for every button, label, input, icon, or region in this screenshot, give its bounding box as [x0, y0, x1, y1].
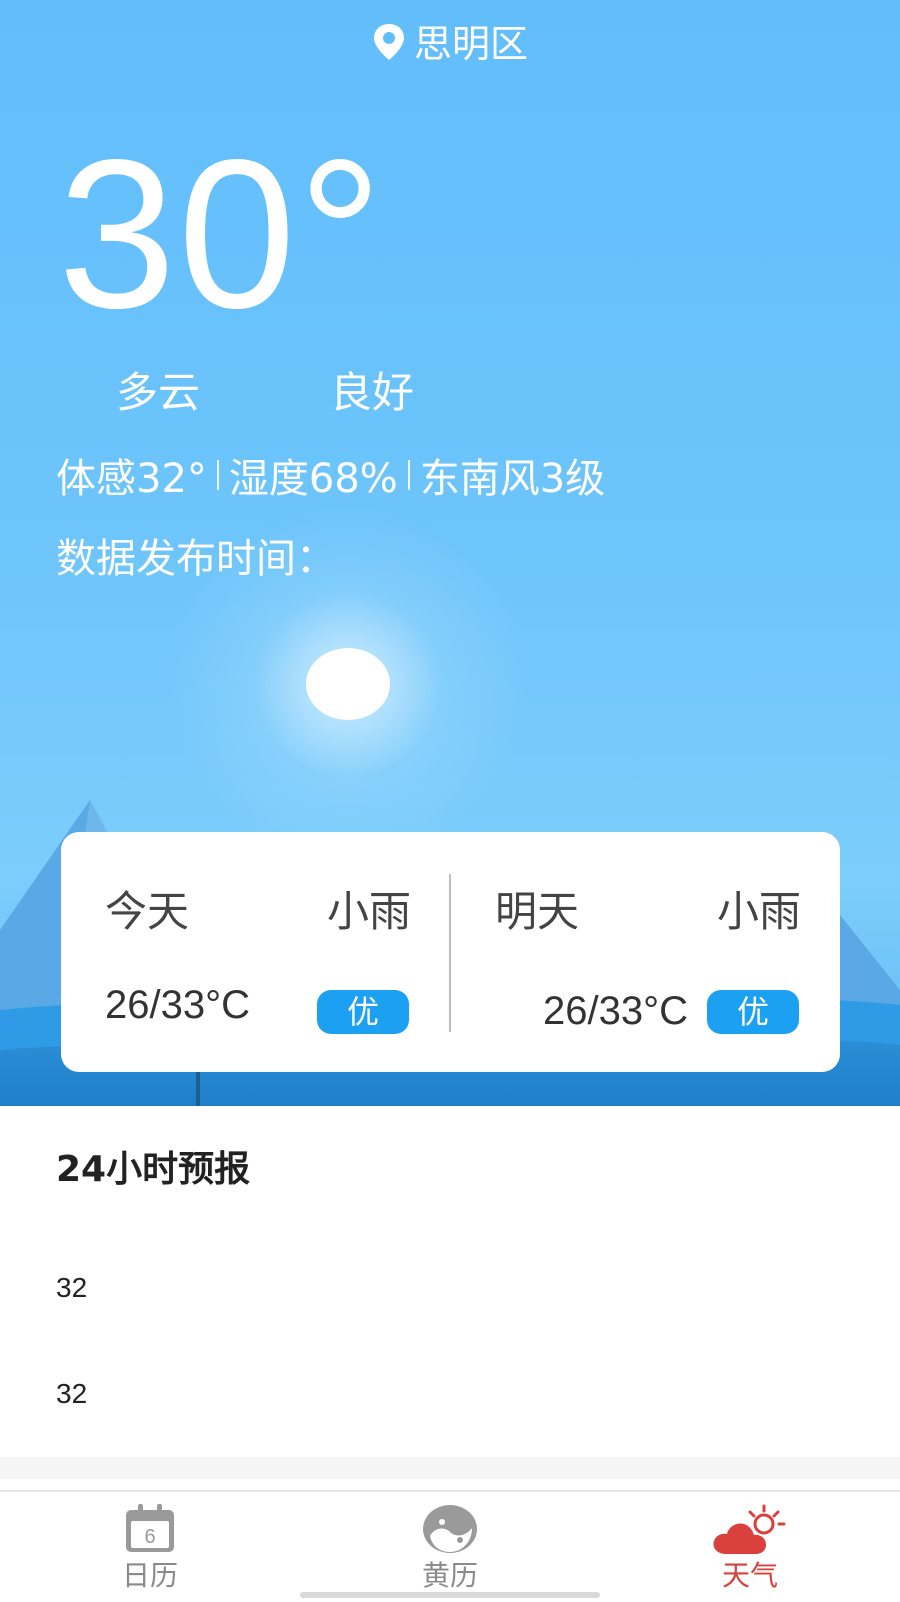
- bottom-tab-bar: 6 日历 黄历 天气: [0, 1490, 900, 1602]
- calendar-icon-day: 6: [144, 1526, 155, 1548]
- location-name: 思明区: [413, 22, 528, 66]
- day-weather: 小雨: [326, 887, 411, 936]
- forecast-card: 今天 小雨 26/33°C 优 明天 小雨 26/33°C 优: [61, 832, 840, 1072]
- day-weather: 小雨: [716, 887, 801, 936]
- hourly-forecast-title: 24小时预报: [56, 1149, 251, 1190]
- tab-label: 黄历: [421, 1559, 478, 1592]
- published-time-label: 数据发布时间：: [56, 536, 336, 582]
- hourly-value: 32: [56, 1272, 88, 1303]
- wind: 东南风3级: [419, 456, 606, 502]
- details-divider: [407, 460, 410, 490]
- aqi-badge: 优: [707, 990, 799, 1034]
- day-temperature-range: 26/33°C: [543, 989, 688, 1033]
- tab-label: 日历: [121, 1559, 178, 1592]
- location-header[interactable]: 思明区: [0, 18, 900, 70]
- day-label: 明天: [495, 887, 580, 936]
- location-pin-icon: [373, 24, 404, 60]
- current-weather: 多云: [116, 368, 201, 417]
- forecast-today[interactable]: 今天 小雨 26/33°C 优: [61, 832, 431, 1072]
- weather-cloud-sun-icon: [713, 1504, 786, 1554]
- tab-weather[interactable]: 天气: [600, 1492, 900, 1602]
- home-indicator: [300, 1592, 600, 1598]
- current-temperature: 30°: [58, 115, 385, 352]
- weather-details: 体感32° 湿度68% 东南风3级: [56, 452, 605, 506]
- day-temperature-range: 26/33°C: [105, 983, 250, 1027]
- section-divider: [0, 1457, 900, 1479]
- tab-calendar[interactable]: 6 日历: [0, 1492, 300, 1602]
- details-divider: [216, 460, 219, 490]
- tab-almanac[interactable]: 黄历: [300, 1492, 600, 1602]
- hourly-value: 32: [56, 1378, 88, 1409]
- tab-label: 天气: [721, 1559, 778, 1592]
- feels-like: 体感32°: [56, 456, 207, 502]
- aqi-badge: 优: [317, 990, 409, 1034]
- yin-yang-icon: [423, 1505, 477, 1553]
- calendar-icon: 6: [126, 1504, 174, 1552]
- day-label: 今天: [105, 887, 190, 936]
- forecast-tomorrow[interactable]: 明天 小雨 26/33°C 优: [451, 832, 821, 1072]
- air-quality: 良好: [330, 368, 415, 417]
- humidity: 湿度68%: [228, 456, 398, 502]
